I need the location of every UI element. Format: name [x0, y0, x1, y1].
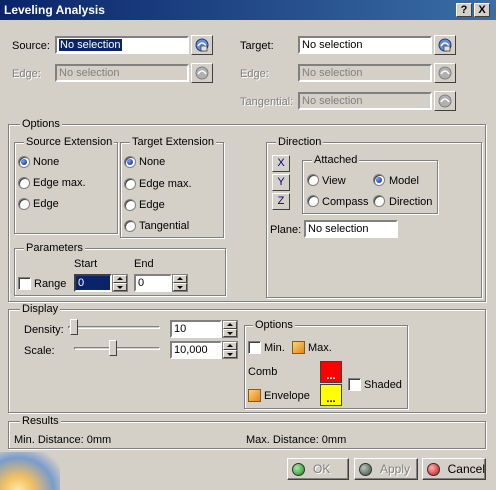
scale-slider-track[interactable]	[74, 347, 160, 350]
source-ext-none-label: None	[33, 156, 60, 168]
window-title: Leveling Analysis	[4, 3, 105, 17]
range-checkbox[interactable]	[18, 277, 31, 290]
source-edge-selection-icon	[191, 63, 213, 83]
shaded-label: Shaded	[364, 379, 402, 391]
tangential-label: Tangential:	[240, 96, 294, 108]
density-spinner[interactable]	[222, 320, 238, 338]
cancel-button-label: Cancel	[447, 462, 485, 476]
scale-input[interactable]: 10,000	[170, 341, 222, 359]
plane-label: Plane:	[270, 224, 302, 236]
attached-direction-radio[interactable]	[373, 195, 385, 207]
attached-view-radio[interactable]	[307, 174, 319, 186]
end-input[interactable]: 0	[134, 274, 172, 292]
brand-watermark-icon	[0, 452, 60, 490]
source-edge-label: Edge:	[12, 68, 41, 80]
target-ext-none-radio[interactable]	[124, 156, 136, 168]
scale-slider-thumb[interactable]	[109, 340, 117, 356]
target-edge-label: Edge:	[240, 68, 269, 80]
start-spinner[interactable]	[112, 274, 128, 292]
attached-direction-label: Direction	[389, 196, 433, 208]
apply-button[interactable]: Apply	[354, 458, 418, 480]
target-ext-tangential-label: Tangential	[139, 220, 190, 232]
attached-view-label: View	[322, 175, 346, 187]
ok-button-label: OK	[313, 462, 331, 476]
source-ext-edge-max-label: Edge max.	[33, 177, 86, 189]
source-ext-edge-radio[interactable]	[18, 198, 30, 210]
results-title: Results	[20, 415, 61, 427]
apply-button-label: Apply	[380, 462, 411, 476]
min-distance-text: Min. Distance: 0mm	[14, 434, 112, 446]
target-edge-field: No selection	[298, 64, 432, 82]
attached-model-radio[interactable]	[373, 174, 385, 186]
axis-x-button[interactable]: X	[272, 155, 290, 172]
title-bar: Leveling Analysis ? X	[0, 0, 496, 20]
source-field[interactable]: No selection	[55, 36, 189, 54]
target-extension-title: Target Extension	[130, 136, 216, 148]
target-selection-icon[interactable]	[434, 35, 456, 55]
attached-model-label: Model	[389, 175, 419, 187]
max-checkbox[interactable]	[292, 341, 305, 354]
attached-compass-label: Compass	[322, 196, 369, 208]
ok-button[interactable]: OK	[287, 458, 349, 480]
source-ext-edge-max-radio[interactable]	[18, 177, 30, 189]
start-input[interactable]: 0	[74, 274, 112, 292]
display-title: Display	[20, 303, 61, 315]
max-label: Max.	[308, 342, 332, 354]
envelope-checkbox[interactable]	[248, 389, 261, 402]
source-ext-none-radio[interactable]	[18, 156, 30, 168]
end-spinner[interactable]	[172, 274, 188, 292]
range-label: Range	[34, 278, 67, 290]
target-ext-edge-max-label: Edge max.	[139, 178, 192, 190]
envelope-label: Envelope	[264, 390, 310, 402]
comb-label: Comb	[248, 366, 278, 378]
end-label: End	[134, 258, 154, 270]
cancel-icon	[427, 462, 440, 476]
min-label: Min.	[264, 342, 285, 354]
close-button[interactable]: X	[474, 3, 490, 17]
density-slider-track[interactable]	[68, 326, 160, 329]
source-label: Source:	[12, 40, 50, 52]
target-ext-edge-max-radio[interactable]	[124, 178, 136, 190]
source-value: No selection	[59, 39, 122, 51]
plane-field[interactable]: No selection	[304, 220, 398, 238]
max-distance-text: Max. Distance: 0mm	[246, 434, 347, 446]
help-button[interactable]: ?	[456, 3, 472, 17]
source-extension-title: Source Extension	[24, 136, 115, 148]
envelope-color-button[interactable]: ...	[320, 384, 342, 406]
tangential-selection-icon	[434, 91, 456, 111]
target-field[interactable]: No selection	[298, 36, 432, 54]
target-ext-edge-radio[interactable]	[124, 199, 136, 211]
density-label: Density:	[24, 324, 64, 336]
target-ext-edge-label: Edge	[139, 199, 165, 211]
direction-title: Direction	[276, 136, 324, 148]
display-options-title: Options	[253, 319, 295, 331]
density-slider-thumb[interactable]	[70, 319, 78, 335]
target-label: Target:	[240, 40, 274, 52]
target-edge-selection-icon	[434, 63, 456, 83]
target-ext-none-label: None	[139, 156, 166, 168]
source-edge-field: No selection	[55, 64, 189, 82]
cancel-button[interactable]: Cancel	[422, 458, 486, 480]
scale-label: Scale:	[24, 345, 55, 357]
comb-color-button[interactable]: ...	[320, 361, 342, 383]
apply-icon	[359, 462, 372, 476]
attached-title: Attached	[312, 154, 360, 166]
ok-icon	[292, 462, 305, 476]
start-label: Start	[74, 258, 98, 270]
density-input[interactable]: 10	[170, 320, 222, 338]
axis-z-button[interactable]: Z	[272, 193, 290, 210]
tangential-field: No selection	[298, 92, 432, 110]
min-checkbox[interactable]	[248, 341, 261, 354]
shaded-checkbox[interactable]	[348, 378, 361, 391]
scale-spinner[interactable]	[222, 341, 238, 359]
source-selection-icon[interactable]	[191, 35, 213, 55]
source-ext-edge-label: Edge	[33, 198, 59, 210]
attached-compass-radio[interactable]	[307, 195, 319, 207]
axis-y-button[interactable]: Y	[272, 174, 290, 191]
options-title: Options	[20, 118, 62, 130]
target-ext-tangential-radio[interactable]	[124, 220, 136, 232]
parameters-title: Parameters	[24, 242, 85, 254]
